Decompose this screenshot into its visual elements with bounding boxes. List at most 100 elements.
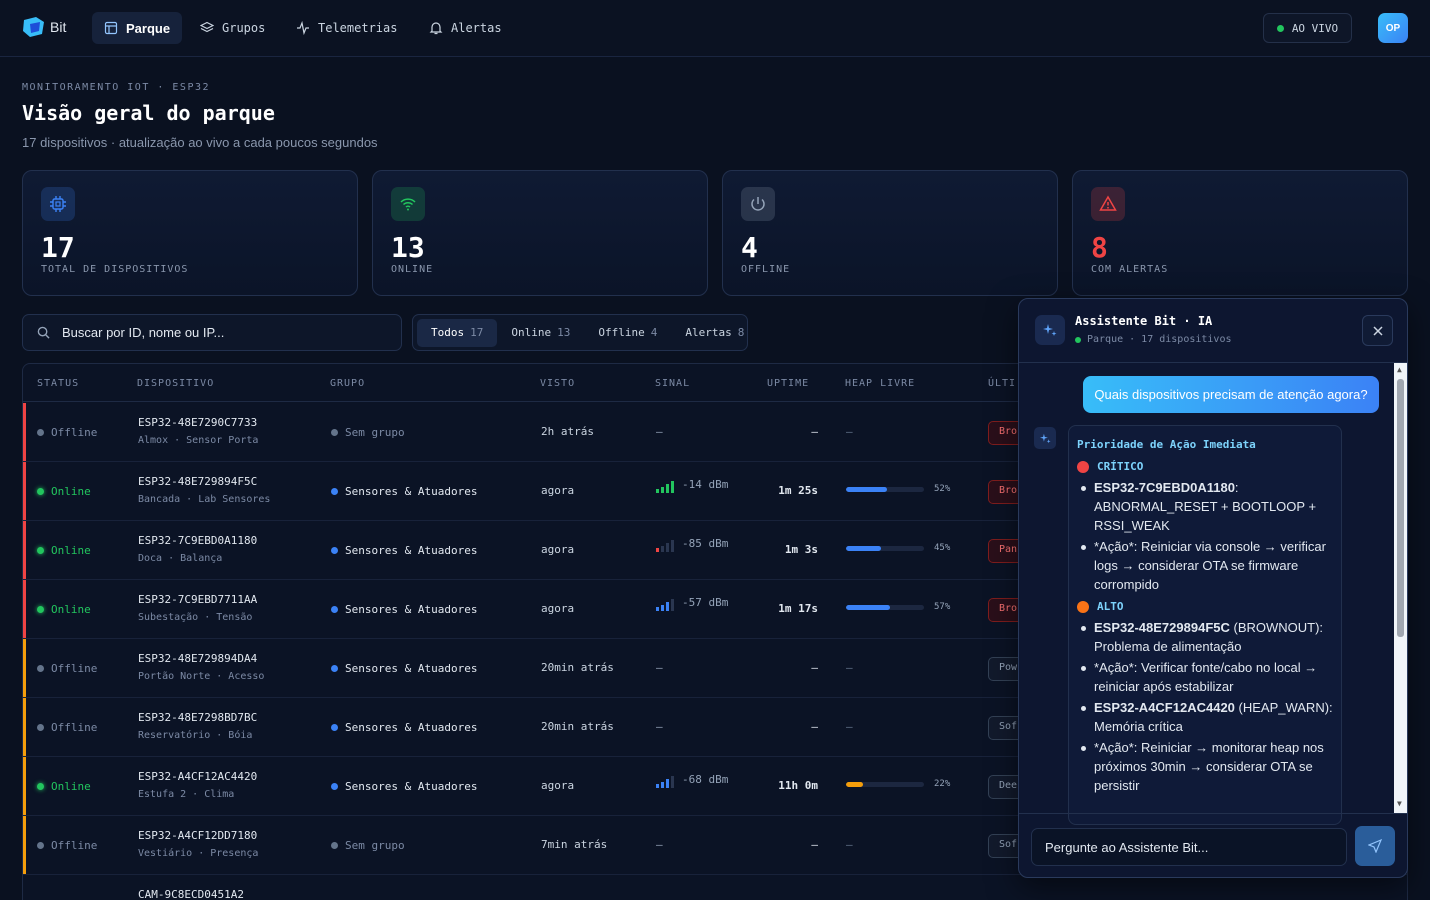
heap-value: — (846, 838, 853, 851)
priority-list: ESP32-48E729894F5C (BROWNOUT): Problema … (1077, 618, 1333, 795)
row-accent (23, 698, 26, 756)
status-dot (37, 547, 44, 554)
nav-alertas[interactable]: Alertas (417, 12, 514, 44)
table-row[interactable]: CAM-9C8ECD0451A2 (23, 875, 1407, 900)
nav-grupos[interactable]: Grupos (188, 12, 277, 44)
heap-cell: — (846, 720, 853, 733)
chat-scrollbar[interactable]: ▲ ▼ (1394, 363, 1407, 813)
device-name[interactable]: ESP32-48E7298BD7BC (138, 711, 257, 724)
status-filter-tabs: Todos 17 Online 13 Offline 4 Alertas 8 (412, 314, 748, 351)
uptime-value: 1m 3s (784, 543, 818, 556)
nav-telemetrias[interactable]: Telemetrias (284, 12, 409, 44)
signal-value: — (656, 425, 663, 438)
close-button[interactable] (1362, 315, 1393, 346)
last-seen: agora (541, 602, 575, 615)
list-item: *Ação*: Reiniciar via console → verifica… (1077, 537, 1333, 594)
column-header[interactable]: HEAP LIVRE (845, 378, 915, 389)
status-label: Offline (51, 839, 98, 852)
signal-cell: -68 dBm (656, 773, 728, 788)
last-seen: 20min atrás (541, 661, 614, 674)
priority-list: ESP32-7C9EBD0A1180: ABNORMAL_RESET + BOO… (1077, 478, 1333, 594)
signal-cell: — (656, 661, 663, 674)
assistant-panel: Assistente Bit · IA Parque · 17 disposit… (1018, 298, 1408, 878)
column-header[interactable]: VISTO (540, 378, 575, 389)
heap-value: — (846, 720, 853, 733)
search-input[interactable]: Buscar por ID, nome ou IP... (62, 325, 224, 340)
device-location: Almox · Sensor Porta (138, 435, 259, 446)
last-seen: agora (541, 779, 575, 792)
column-header[interactable]: SINAL (655, 378, 690, 389)
row-accent (23, 462, 26, 520)
device-location: Portão Norte · Acesso (138, 671, 265, 682)
group-dot (331, 547, 338, 554)
nav-parque[interactable]: Parque (92, 12, 183, 44)
filter-offline[interactable]: Offline 4 (584, 319, 671, 347)
search-box[interactable]: Buscar por ID, nome ou IP... (22, 314, 402, 351)
page-title: Visão geral do parque (22, 101, 275, 125)
group-cell: Sem grupo (331, 839, 405, 852)
group-dot (331, 724, 338, 731)
last-seen: 20min atrás (541, 720, 614, 733)
sparkle-icon (1039, 433, 1051, 443)
group-cell: Sensores & Atuadores (331, 780, 477, 793)
scrollbar-thumb[interactable] (1397, 379, 1404, 637)
filter-online[interactable]: Online 13 (497, 319, 584, 347)
send-icon (1368, 839, 1382, 853)
group-cell: Sensores & Atuadores (331, 603, 477, 616)
column-header[interactable]: UPTIME (767, 378, 809, 389)
last-seen: agora (541, 484, 575, 497)
filter-label: Todos (431, 326, 465, 339)
group-label: Sensores & Atuadores (345, 603, 478, 616)
heap-value: — (846, 425, 853, 438)
stat-label: TOTAL DE DISPOSITIVOS (41, 264, 189, 275)
device-name[interactable]: ESP32-48E729894F5C (138, 475, 257, 488)
signal-value: — (656, 661, 663, 674)
priority-level: CRÍTICO (1097, 460, 1144, 473)
status-dot (37, 606, 44, 613)
heap-bar-fill (846, 545, 882, 551)
scroll-up-icon[interactable]: ▲ (1397, 365, 1402, 374)
heap-value: — (846, 661, 853, 674)
heap-cell: 52% (846, 484, 950, 494)
brand-logo[interactable]: Bit (22, 16, 66, 38)
priority-dot (1077, 460, 1089, 473)
status-label: Online (51, 544, 91, 557)
status-label: Online (51, 485, 91, 498)
warning-icon (1091, 187, 1125, 221)
signal-cell: — (656, 838, 663, 851)
sparkle-icon (1043, 324, 1057, 336)
device-name[interactable]: ESP32-48E7290C7733 (138, 416, 257, 429)
signal-cell: -57 dBm (656, 596, 728, 611)
user-avatar[interactable]: OP (1378, 13, 1408, 43)
assistant-title: Assistente Bit · IA (1075, 314, 1213, 328)
status-label: Offline (51, 662, 98, 675)
heap-bar (846, 604, 924, 610)
device-name[interactable]: ESP32-A4CF12DD7180 (138, 829, 257, 842)
chat-input[interactable]: Pergunte ao Assistente Bit... (1031, 828, 1347, 866)
device-name[interactable]: ESP32-48E729894DA4 (138, 652, 257, 665)
stat-value: 13 (391, 231, 425, 264)
column-header[interactable]: GRUPO (330, 378, 365, 389)
group-label: Sem grupo (345, 839, 405, 852)
device-name[interactable]: ESP32-7C9EBD7711AA (138, 593, 257, 606)
filter-count: 13 (557, 326, 571, 339)
stat-label: OFFLINE (741, 264, 791, 275)
signal-cell: — (656, 425, 663, 438)
signal-value: — (656, 720, 663, 733)
status-cell: Online (37, 603, 91, 616)
chat-messages[interactable]: Quais dispositivos precisam de atenção a… (1019, 363, 1407, 825)
heap-cell: 45% (846, 543, 950, 553)
filter-todos[interactable]: Todos 17 (417, 318, 498, 347)
status-cell: Online (37, 485, 91, 498)
filter-label: Offline (598, 326, 645, 339)
column-header[interactable]: STATUS (37, 378, 79, 389)
live-dot (1276, 24, 1284, 32)
column-header[interactable]: ÚLTI (988, 378, 1016, 389)
send-button[interactable] (1355, 826, 1395, 866)
device-name[interactable]: ESP32-A4CF12AC4420 (138, 770, 257, 783)
column-header[interactable]: DISPOSITIVO (137, 378, 214, 389)
scroll-down-icon[interactable]: ▼ (1397, 799, 1402, 808)
device-name[interactable]: CAM-9C8ECD0451A2 (138, 888, 244, 900)
device-name[interactable]: ESP32-7C9EBD0A1180 (138, 534, 257, 547)
filter-alertas[interactable]: Alertas 8 (671, 319, 758, 347)
